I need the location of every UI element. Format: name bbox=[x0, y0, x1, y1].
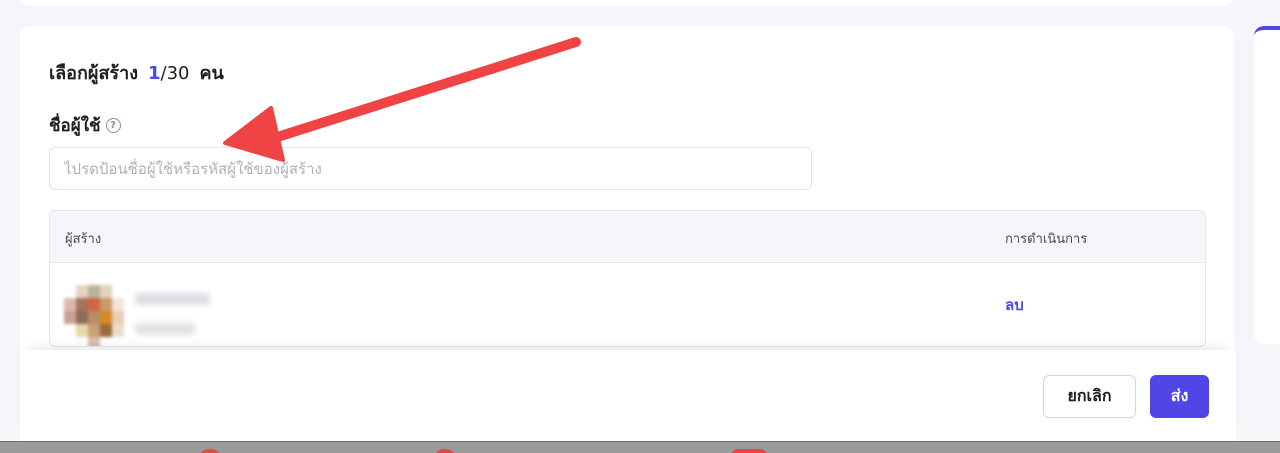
table-row: ลบ bbox=[50, 263, 1205, 346]
taskbar-app-icon[interactable] bbox=[200, 449, 220, 453]
max-count: /30 bbox=[160, 63, 190, 84]
send-button[interactable]: ส่ง bbox=[1150, 375, 1209, 418]
taskbar-app-icon[interactable] bbox=[435, 449, 455, 453]
creator-count: 1/30 bbox=[148, 63, 190, 84]
dialog-footer: ยกเลิก ส่ง bbox=[20, 350, 1236, 442]
creator-id-redacted bbox=[135, 323, 195, 335]
taskbar bbox=[0, 441, 1280, 453]
username-search-input[interactable] bbox=[49, 147, 812, 190]
username-label-text: ชื่อผู้ใช้ bbox=[49, 116, 101, 136]
taskbar-app-icon[interactable] bbox=[731, 449, 767, 453]
column-header-creator: ผู้สร้าง bbox=[65, 232, 102, 247]
help-icon[interactable]: ? bbox=[105, 118, 121, 133]
table-header: ผู้สร้าง การดำเนินการ bbox=[50, 211, 1205, 263]
count-unit: คน bbox=[199, 63, 224, 84]
title-text: เลือกผู้สร้าง bbox=[49, 63, 138, 84]
delete-link[interactable]: ลบ bbox=[1005, 293, 1024, 317]
cancel-button[interactable]: ยกเลิก bbox=[1043, 375, 1136, 418]
side-panel-card bbox=[1254, 26, 1280, 344]
creator-table: ผู้สร้าง การดำเนินการ ลบ bbox=[49, 210, 1206, 347]
column-header-action: การดำเนินการ bbox=[1005, 232, 1088, 247]
selected-count: 1 bbox=[148, 63, 161, 84]
username-label: ชื่อผู้ใช้ ? bbox=[49, 112, 121, 139]
previous-card bbox=[20, 0, 1234, 6]
page-title: เลือกผู้สร้าง 1/30 คน bbox=[49, 58, 224, 87]
creator-name-redacted bbox=[135, 293, 210, 305]
avatar bbox=[64, 285, 124, 346]
